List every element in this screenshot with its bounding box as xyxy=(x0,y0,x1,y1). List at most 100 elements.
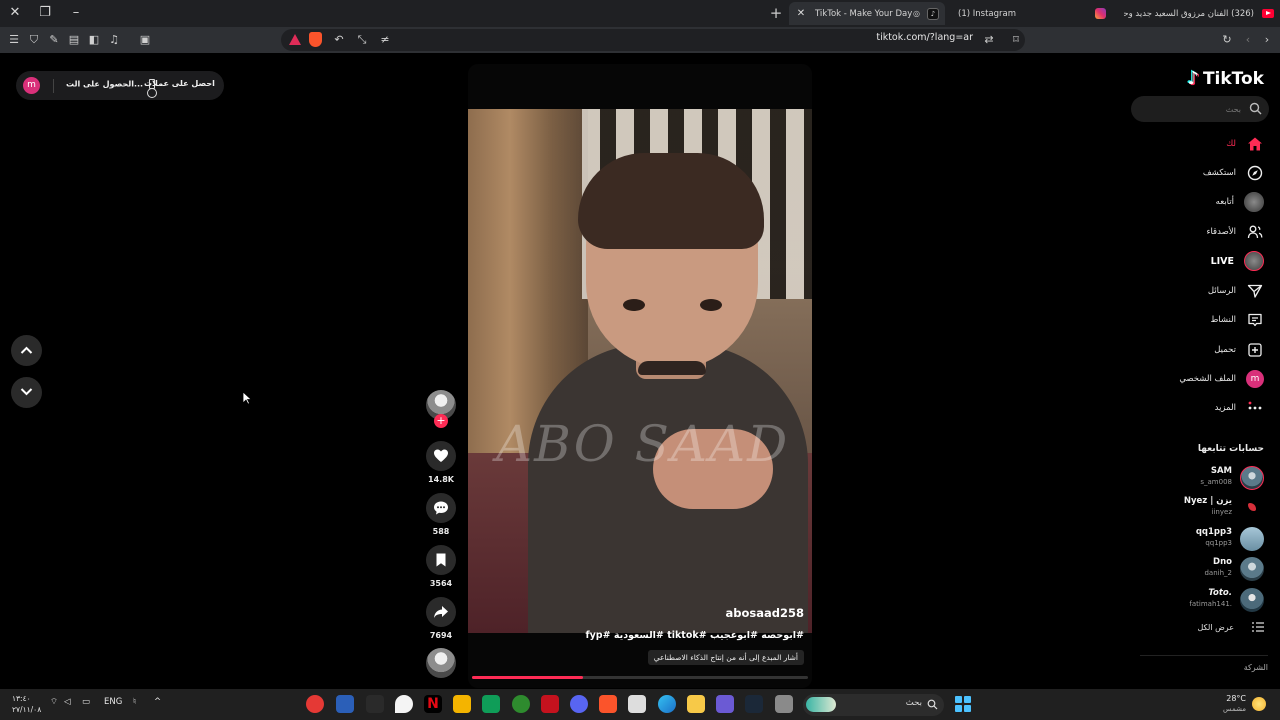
language-indicator[interactable]: ENG xyxy=(104,697,122,707)
tiktok-favicon-icon: ♪ xyxy=(927,7,939,20)
tab-close-icon[interactable]: ✕ xyxy=(793,8,809,19)
steam-app-icon[interactable] xyxy=(745,695,763,713)
brave-app-icon[interactable] xyxy=(599,695,617,713)
system-clock[interactable]: ١٣:٤٠ ٢٧/١١/٠٨ xyxy=(12,693,41,715)
brave-shield-icon[interactable] xyxy=(309,32,322,47)
sidebar-item-live[interactable]: LIVE xyxy=(1211,250,1264,272)
clock-date: ٢٧/١١/٠٨ xyxy=(12,705,42,714)
tab-youtube[interactable]: (326) الفنان مرزوق السعيد جديد وحصر xyxy=(1094,2,1280,25)
back-icon[interactable]: ‹ xyxy=(1240,31,1256,49)
see-all-label: عرض الكل xyxy=(1197,622,1234,632)
sidebar-item-explore[interactable]: استكشف xyxy=(1203,162,1264,184)
address-bar[interactable]: ↶ ⤡ ≠ tiktok.com/?lang=ar ⇄ xyxy=(281,29,1025,51)
forward-icon[interactable]: › xyxy=(1259,31,1275,49)
chevron-up-icon[interactable]: ^ xyxy=(154,697,161,707)
sidebar-item-upload[interactable]: تحميل xyxy=(1214,339,1264,361)
sidebar-icon[interactable]: ◧ xyxy=(86,31,102,49)
app-icon[interactable] xyxy=(482,695,500,713)
sidebar-item-friends[interactable]: الأصدقاء xyxy=(1206,221,1264,243)
previous-video-button[interactable] xyxy=(11,335,42,366)
site-settings-icon[interactable]: ⇄ xyxy=(981,31,997,49)
company-link[interactable]: الشركة xyxy=(1244,663,1268,672)
save-button[interactable] xyxy=(426,545,456,575)
follow-button[interactable]: + xyxy=(434,414,448,428)
weather-widget[interactable]: 28°C مشمس xyxy=(1222,693,1246,715)
app-icon[interactable] xyxy=(453,695,471,713)
display-icon[interactable]: ▭ xyxy=(82,697,90,707)
volume-icon[interactable]: ◁ xyxy=(64,697,71,707)
reader-icon[interactable]: ⤡ xyxy=(354,31,370,49)
discord-app-icon[interactable] xyxy=(570,695,588,713)
next-video-button[interactable] xyxy=(11,377,42,408)
account-item[interactable]: Dno danih_2 xyxy=(1144,555,1264,583)
tiktok-logo[interactable]: ♪ TikTok xyxy=(1187,68,1264,89)
brave-rewards-icon[interactable] xyxy=(289,34,301,45)
taskbar-search[interactable]: بحث xyxy=(803,694,944,716)
account-item[interactable]: Nyez | يزن iinyez xyxy=(1144,494,1264,522)
search-input[interactable] xyxy=(1141,101,1241,117)
sound-avatar[interactable] xyxy=(426,648,456,678)
music-icon[interactable]: ♫ xyxy=(106,31,122,49)
brave-app-icon[interactable] xyxy=(306,695,324,713)
tab-instagram[interactable]: (1) Instagram xyxy=(952,2,1082,25)
see-all-button[interactable]: عرض الكل xyxy=(1197,622,1264,632)
sidebar-item-more[interactable]: المزيد xyxy=(1215,397,1264,419)
url-text[interactable]: tiktok.com/?lang=ar xyxy=(876,32,973,43)
account-item[interactable]: SAM s_am008 xyxy=(1144,464,1264,492)
menu-icon[interactable]: ☰ xyxy=(6,31,22,49)
translate-icon[interactable]: ↶ xyxy=(331,31,347,49)
get-coins-button[interactable]: احصل على عملات xyxy=(144,79,224,98)
comment-button[interactable] xyxy=(426,493,456,523)
shield-icon[interactable]: ⛉ xyxy=(26,31,42,49)
file-explorer-icon[interactable] xyxy=(687,695,705,713)
tab-audio-icon[interactable]: ◎ xyxy=(913,9,925,18)
account-item[interactable]: qq1pp3 qq1pp3 xyxy=(1144,525,1264,553)
avatar[interactable]: m xyxy=(23,77,40,94)
pin-icon[interactable]: ✎ xyxy=(46,31,62,49)
get-app-button[interactable]: الحصول على الت... xyxy=(66,79,155,89)
get-coins-label: احصل على عملات xyxy=(144,79,215,88)
wifi-icon[interactable]: ⌔ xyxy=(50,697,58,707)
window-close-icon[interactable]: ✕ xyxy=(4,3,26,23)
video-caption[interactable]: #ابوحصه #ابوعجيب #tiktok #السعودية #fyp xyxy=(585,630,804,641)
sidebar-item-messages[interactable]: الرسائل xyxy=(1208,280,1264,302)
account-item[interactable]: Toto. fatimah141. xyxy=(1144,586,1264,614)
window-restore-icon[interactable]: ❐ xyxy=(34,3,56,23)
new-tab-button[interactable]: + xyxy=(767,3,785,23)
app-icon[interactable] xyxy=(395,695,413,713)
store-app-icon[interactable] xyxy=(628,695,646,713)
weather-condition: مشمس xyxy=(1223,705,1246,713)
window-minimize-icon[interactable]: – xyxy=(65,3,87,23)
start-button[interactable] xyxy=(955,696,971,712)
wallet-icon[interactable]: ▣ xyxy=(137,31,153,49)
tabs-icon[interactable]: ▤ xyxy=(66,31,82,49)
app-icon[interactable] xyxy=(775,695,793,713)
sidebar-item-activity[interactable]: النشاط xyxy=(1210,309,1264,331)
xbox-app-icon[interactable] xyxy=(512,695,530,713)
like-button[interactable] xyxy=(426,441,456,471)
sidebar-item-label: تحميل xyxy=(1214,345,1236,355)
sidebar-item-profile[interactable]: الملف الشخصي m xyxy=(1179,368,1264,390)
home-icon xyxy=(1246,135,1264,153)
edge-app-icon[interactable] xyxy=(658,695,676,713)
netflix-app-icon[interactable]: N xyxy=(424,695,442,713)
video-username[interactable]: abosaad258 xyxy=(726,606,805,620)
tab-tiktok[interactable]: ✕ TikTok - Make Your Day ◎ ♪ xyxy=(789,2,945,25)
defender-app-icon[interactable] xyxy=(336,695,354,713)
sidebar-item-following[interactable]: أتابعه xyxy=(1216,191,1264,213)
search-field[interactable] xyxy=(1131,96,1269,122)
video-frame[interactable]: ABO SAAD xyxy=(468,109,812,633)
leo-icon[interactable]: ≠ xyxy=(377,31,393,49)
video-progress-bar[interactable] xyxy=(472,676,808,679)
sidebar-item-foryou[interactable]: لك xyxy=(1226,133,1264,155)
account-username: s_am008 xyxy=(1200,478,1232,486)
app-icon[interactable] xyxy=(541,695,559,713)
search-icon[interactable] xyxy=(1249,102,1262,115)
app-icon[interactable] xyxy=(366,695,384,713)
bookmark-icon[interactable]: ⌑ xyxy=(1008,31,1024,49)
microphone-icon[interactable]: ♮ xyxy=(133,697,136,707)
video-player[interactable]: ABO SAAD abosaad258 #ابوحصه #ابوعجيب #ti… xyxy=(468,64,812,688)
app-icon[interactable] xyxy=(716,695,734,713)
share-button[interactable] xyxy=(426,597,456,627)
reload-icon[interactable]: ↻ xyxy=(1219,31,1235,49)
